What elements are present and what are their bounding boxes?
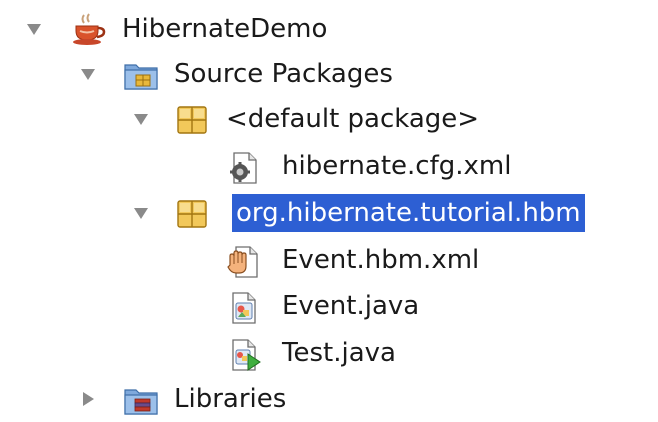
tree-node-label: Test.java — [282, 338, 396, 368]
libraries-folder-icon — [124, 384, 158, 416]
tree-node-event-hbm[interactable]: Event.hbm.xml — [10, 237, 640, 283]
hand-xml-file-icon — [226, 245, 258, 278]
tree-node-event-java[interactable]: Event.java — [10, 283, 640, 329]
tree-node-source-packages[interactable]: Source Packages — [10, 51, 640, 97]
tree-node-hbm-package[interactable]: org.hibernate.tutorial.hbm — [10, 190, 640, 236]
coffee-cup-icon — [72, 12, 106, 45]
tree-node-label: <default package> — [226, 104, 480, 134]
project-tree: HibernateDemo Source Packages <default p… — [10, 0, 640, 422]
source-packages-folder-icon — [124, 59, 158, 91]
tree-node-label: hibernate.cfg.xml — [282, 151, 512, 181]
java-main-class-file-icon — [228, 338, 261, 371]
package-icon — [176, 198, 208, 230]
collapsed-triangle-icon[interactable] — [80, 391, 96, 407]
xml-config-file-icon — [228, 151, 260, 184]
expanded-triangle-icon[interactable] — [133, 205, 149, 221]
tree-node-cfg-file[interactable]: hibernate.cfg.xml — [10, 143, 640, 189]
tree-node-label: Libraries — [174, 384, 287, 414]
tree-node-label: HibernateDemo — [122, 14, 328, 44]
expanded-triangle-icon[interactable] — [80, 66, 96, 82]
tree-node-project[interactable]: HibernateDemo — [10, 6, 640, 52]
java-class-file-icon — [228, 291, 260, 324]
tree-node-default-package[interactable]: <default package> — [10, 96, 640, 142]
tree-node-label: Source Packages — [174, 59, 393, 89]
tree-node-label: Event.hbm.xml — [282, 245, 480, 275]
expanded-triangle-icon[interactable] — [26, 21, 42, 37]
tree-node-label: Event.java — [282, 291, 420, 321]
tree-node-test-java[interactable]: Test.java — [10, 330, 640, 376]
tree-node-label: org.hibernate.tutorial.hbm — [232, 194, 585, 232]
expanded-triangle-icon[interactable] — [133, 111, 149, 127]
tree-node-libraries[interactable]: Libraries — [10, 376, 640, 422]
package-icon — [176, 104, 208, 136]
